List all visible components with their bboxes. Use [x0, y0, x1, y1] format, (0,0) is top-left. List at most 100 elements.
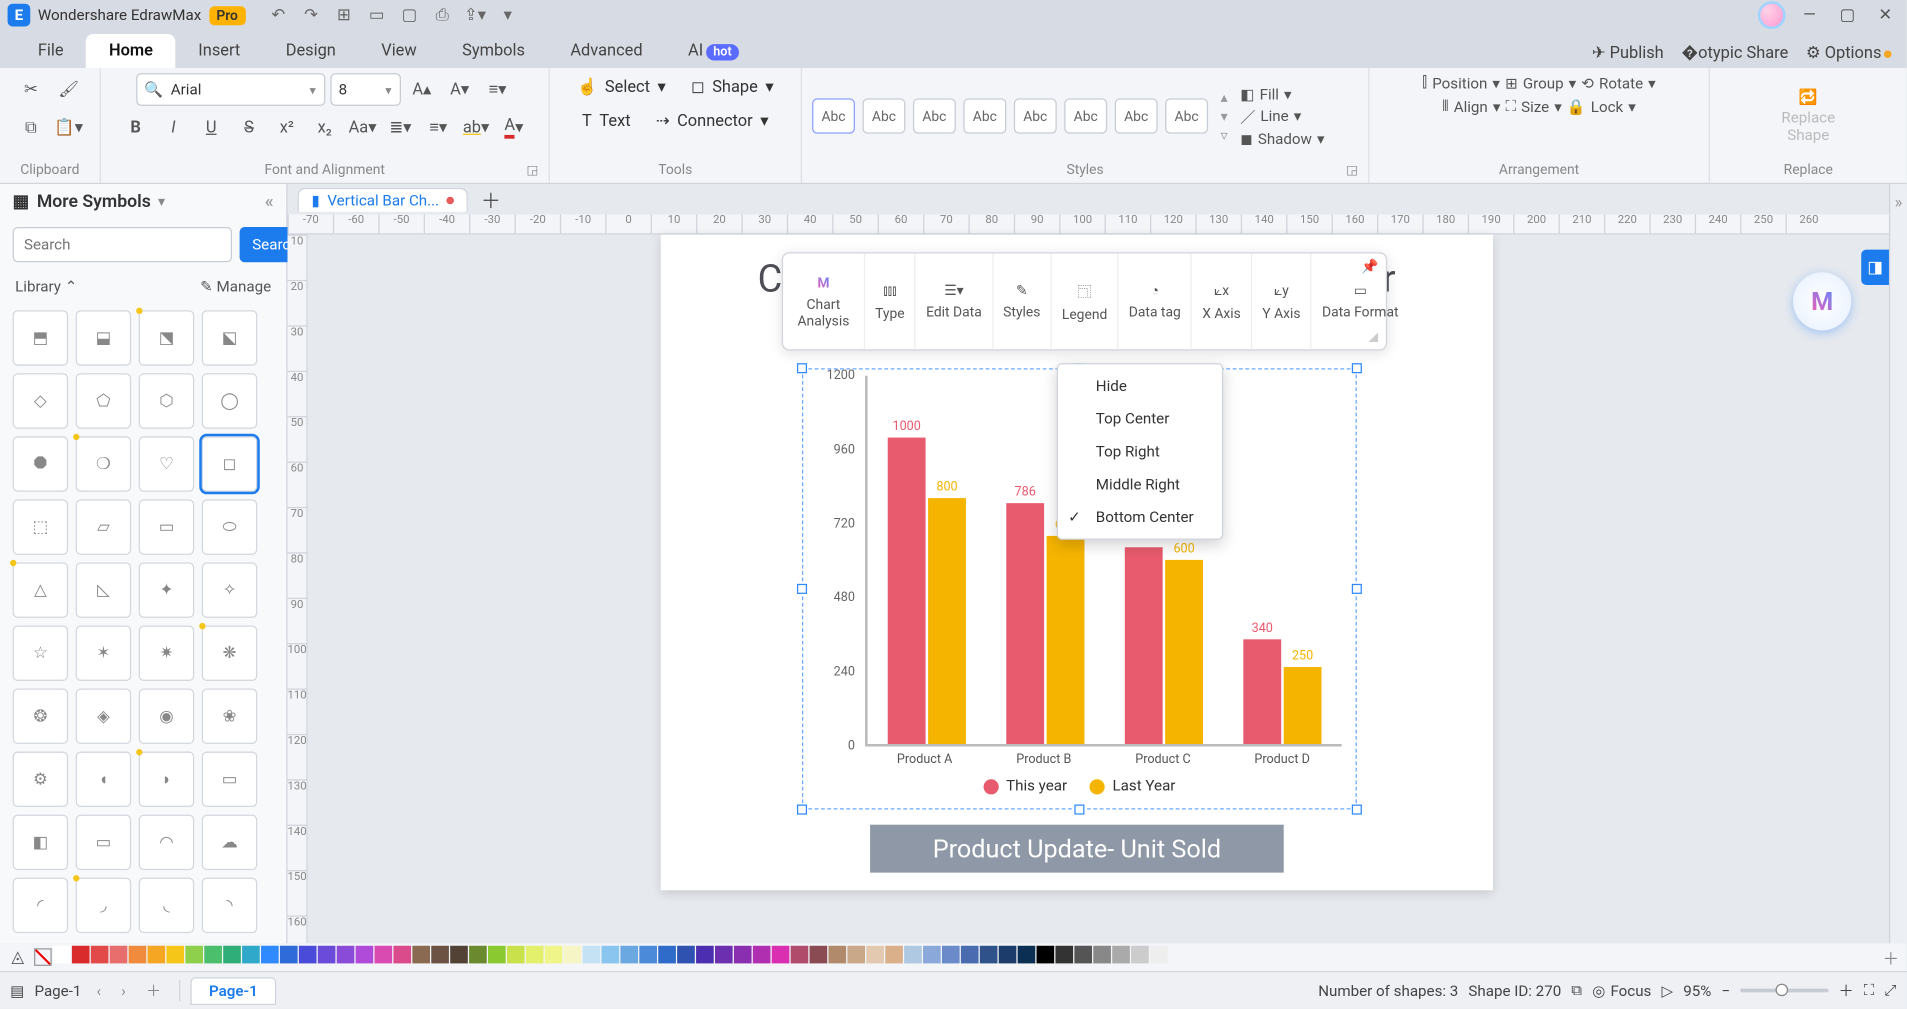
fill-button[interactable]: ◧ Fill ▾: [1240, 85, 1324, 103]
caption-shape[interactable]: Product Update- Unit Sold: [870, 825, 1284, 873]
user-avatar-icon[interactable]: [1758, 1, 1786, 29]
color-swatch[interactable]: [110, 946, 128, 964]
x-axis-button[interactable]: ⟀xX Axis: [1192, 253, 1252, 349]
resize-grip-icon[interactable]: ◢: [1369, 330, 1379, 344]
color-swatch[interactable]: [223, 946, 241, 964]
connector-tool[interactable]: ⇢ Connector ▾: [646, 107, 779, 136]
replace-shape-button[interactable]: 🔁 Replace Shape: [1769, 86, 1847, 147]
library-label[interactable]: Library ⌃: [15, 277, 77, 295]
font-color-icon[interactable]: A▾: [497, 111, 530, 144]
shape-library-item[interactable]: ☁: [202, 815, 257, 870]
zoom-in-icon[interactable]: ＋: [1838, 980, 1853, 1001]
italic-icon[interactable]: I: [157, 111, 190, 144]
color-swatch[interactable]: [299, 946, 317, 964]
undo-icon[interactable]: ↶: [268, 5, 288, 25]
tab-design[interactable]: Design: [263, 34, 359, 68]
chart-styles-button[interactable]: ✎Styles: [993, 253, 1052, 349]
color-swatch[interactable]: [337, 946, 355, 964]
legend-menu-item[interactable]: Top Right: [1058, 435, 1222, 468]
align-dropdown-icon[interactable]: ≡▾: [481, 73, 514, 106]
presentation-icon[interactable]: ▷: [1661, 982, 1673, 1000]
gallery-more-icon[interactable]: ▿: [1221, 127, 1228, 143]
superscript-icon[interactable]: x²: [270, 111, 303, 144]
shape-library-item[interactable]: ⬭: [202, 499, 257, 554]
canvas[interactable]: Column Chart This Year Vs Last Year 📌 ◢ …: [308, 235, 1889, 944]
color-swatch[interactable]: [375, 946, 393, 964]
edit-data-button[interactable]: ☰▾Edit Data: [916, 253, 993, 349]
page-selector[interactable]: Page-1: [34, 982, 81, 1000]
color-swatch[interactable]: [318, 946, 336, 964]
ai-assistant-fab[interactable]: M: [1793, 272, 1851, 330]
color-swatch[interactable]: [1018, 946, 1036, 964]
drawing-page[interactable]: Column Chart This Year Vs Last Year 📌 ◢ …: [661, 235, 1493, 891]
legend-menu-item[interactable]: Bottom Center✓: [1058, 501, 1222, 534]
rotate-button[interactable]: ⟲ Rotate ▾: [1581, 74, 1655, 92]
shape-library-item[interactable]: ▭: [76, 815, 131, 870]
shape-library-item[interactable]: ⬠: [76, 373, 131, 428]
color-swatch[interactable]: [53, 946, 71, 964]
shadow-button[interactable]: ◼ Shadow ▾: [1240, 129, 1324, 147]
select-tool[interactable]: ☝ Select ▾: [567, 73, 676, 102]
copy-icon[interactable]: ⧉: [15, 111, 48, 144]
strike-icon[interactable]: S: [233, 111, 266, 144]
shape-library-item[interactable]: ❂: [13, 689, 68, 744]
color-swatch[interactable]: [620, 946, 638, 964]
color-swatch[interactable]: [148, 946, 166, 964]
decrease-font-icon[interactable]: A▾: [443, 73, 476, 106]
color-swatch[interactable]: [828, 946, 846, 964]
shape-library-item[interactable]: ⬓: [76, 310, 131, 365]
font-family-combo[interactable]: 🔍 Arial: [136, 73, 325, 106]
zoom-value[interactable]: 95%: [1683, 982, 1711, 1000]
color-swatch[interactable]: [1074, 946, 1092, 964]
shape-library-item[interactable]: ◯: [202, 373, 257, 428]
shape-library-item[interactable]: ◺: [76, 562, 131, 617]
redo-icon[interactable]: ↷: [301, 5, 321, 25]
color-swatch[interactable]: [753, 946, 771, 964]
shape-library-item[interactable]: ◧: [13, 815, 68, 870]
selection-handle[interactable]: [1352, 584, 1362, 594]
style-gallery[interactable]: Abc Abc Abc Abc Abc Abc Abc Abc: [812, 98, 1208, 133]
subscript-icon[interactable]: x₂: [308, 111, 341, 144]
color-swatch[interactable]: [904, 946, 922, 964]
format-painter-icon[interactable]: 🖌: [52, 73, 85, 106]
add-page-icon[interactable]: ＋: [141, 980, 166, 1001]
color-swatch[interactable]: [980, 946, 998, 964]
shape-library-item[interactable]: ◜: [13, 878, 68, 933]
legend-menu-item[interactable]: Hide: [1058, 369, 1222, 402]
export-icon[interactable]: ⇪▾: [465, 5, 485, 25]
shape-library-item[interactable]: ◝: [202, 878, 257, 933]
shape-library-item[interactable]: ♡: [139, 436, 194, 491]
layers-icon[interactable]: ⧉: [1571, 981, 1582, 1000]
swatch-add-icon[interactable]: ＋: [1883, 945, 1899, 969]
zoom-slider[interactable]: [1740, 989, 1828, 993]
shape-library-item[interactable]: ⯃: [13, 436, 68, 491]
y-axis-button[interactable]: ⟀yY Axis: [1252, 253, 1312, 349]
size-button[interactable]: ⛶ Size ▾: [1505, 97, 1561, 116]
print-icon[interactable]: ⎙: [432, 5, 452, 25]
line-spacing-icon[interactable]: ≣▾: [384, 111, 417, 144]
focus-button[interactable]: ◎ Focus: [1592, 982, 1651, 1000]
shape-library-item[interactable]: ◈: [76, 689, 131, 744]
style-swatch[interactable]: Abc: [1064, 98, 1107, 133]
style-swatch[interactable]: Abc: [863, 98, 906, 133]
color-swatch[interactable]: [1150, 946, 1168, 964]
group-button[interactable]: ⊞ Group ▾: [1505, 74, 1576, 92]
next-page-icon[interactable]: ›: [116, 982, 131, 1000]
shape-library-item[interactable]: ☆: [13, 625, 68, 680]
selection-handle[interactable]: [797, 584, 807, 594]
tab-symbols[interactable]: Symbols: [439, 34, 547, 68]
tab-file[interactable]: File: [15, 34, 86, 68]
shape-library-item[interactable]: ◠: [139, 815, 194, 870]
right-panel-toggle[interactable]: ◨: [1861, 250, 1889, 285]
legend-menu-item[interactable]: Middle Right: [1058, 468, 1222, 501]
shape-library-item[interactable]: ⬡: [139, 373, 194, 428]
color-swatch[interactable]: [942, 946, 960, 964]
fullscreen-icon[interactable]: ⤢: [1884, 981, 1896, 1000]
color-swatch[interactable]: [1055, 946, 1073, 964]
gallery-up-icon[interactable]: ▴: [1221, 89, 1228, 105]
selection-handle[interactable]: [1352, 805, 1362, 815]
color-swatch[interactable]: [412, 946, 430, 964]
cut-icon[interactable]: ✂: [15, 73, 48, 106]
lock-button[interactable]: 🔒 Lock ▾: [1567, 98, 1636, 116]
color-swatch[interactable]: [677, 946, 695, 964]
